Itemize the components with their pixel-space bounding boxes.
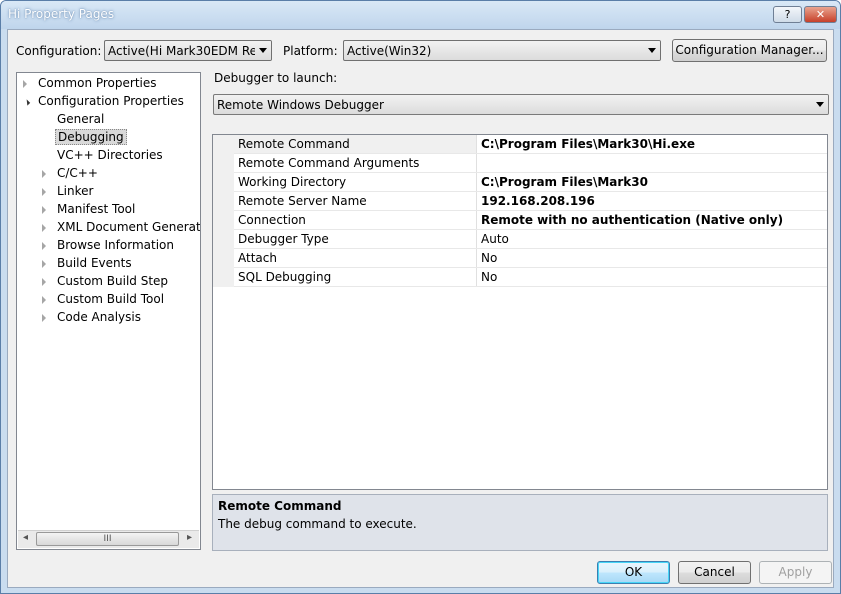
tree-item-label: Configuration Properties: [38, 94, 184, 108]
expanded-arrow-icon[interactable]: [23, 99, 31, 106]
apply-button[interactable]: Apply: [759, 561, 832, 584]
close-button[interactable]: ✕: [804, 6, 837, 23]
collapsed-arrow-icon[interactable]: [42, 296, 46, 304]
scroll-left-button[interactable]: ◂: [18, 531, 35, 548]
property-value[interactable]: Auto: [481, 230, 509, 248]
configuration-dropdown[interactable]: Active(Hi Mark30EDM Relea: [104, 40, 272, 61]
property-name: Remote Command Arguments: [234, 154, 477, 172]
tree-item-label: Common Properties: [38, 76, 157, 90]
chevron-down-icon: [816, 102, 824, 107]
debugger-value: Remote Windows Debugger: [217, 98, 384, 112]
collapsed-arrow-icon[interactable]: [42, 314, 46, 322]
configuration-label: Configuration:: [16, 44, 102, 58]
platform-value: Active(Win32): [347, 44, 432, 58]
collapsed-arrow-icon[interactable]: [42, 242, 46, 250]
property-row[interactable]: SQL Debugging No: [234, 268, 827, 287]
platform-dropdown-arrow[interactable]: [644, 41, 660, 60]
description-panel: Remote Command The debug command to exec…: [212, 494, 828, 551]
property-row[interactable]: Debugger Type Auto: [234, 230, 827, 249]
property-row[interactable]: Remote Command Arguments: [234, 154, 827, 173]
cancel-button[interactable]: Cancel: [678, 561, 751, 584]
collapsed-arrow-icon[interactable]: [42, 260, 46, 268]
property-value[interactable]: C:\Program Files\Mark30: [481, 173, 648, 191]
description-text: The debug command to execute.: [218, 517, 417, 531]
property-grid[interactable]: Remote Command C:\Program Files\Mark30\Hi…: [212, 134, 828, 490]
property-name: Working Directory: [234, 173, 477, 191]
tree-item-label: Build Events: [57, 256, 132, 270]
property-name: Remote Command: [234, 135, 477, 153]
property-name: SQL Debugging: [234, 268, 477, 286]
collapsed-arrow-icon[interactable]: [42, 224, 46, 232]
scroll-right-button[interactable]: ▸: [182, 531, 199, 548]
property-value[interactable]: No: [481, 249, 497, 267]
property-row[interactable]: Working Directory C:\Program Files\Mark30: [234, 173, 827, 192]
scroll-left-icon: ◂: [23, 532, 29, 543]
property-tree[interactable]: Common Properties Configuration Propertie…: [16, 72, 201, 550]
scroll-thumb[interactable]: III: [36, 532, 179, 546]
debugger-dropdown-arrow[interactable]: [812, 95, 828, 114]
tree-horizontal-scrollbar[interactable]: ◂ III ▸: [18, 530, 199, 548]
tree-item-label: XML Document Generator: [57, 220, 201, 234]
tree-item-label: Manifest Tool: [57, 202, 136, 216]
configuration-manager-button[interactable]: Configuration Manager...: [672, 39, 827, 62]
collapsed-arrow-icon[interactable]: [42, 188, 46, 196]
dialog-client-area: Configuration: Active(Hi Mark30EDM Relea…: [7, 29, 834, 588]
tree-item-label: Custom Build Step: [57, 274, 169, 288]
collapsed-arrow-icon[interactable]: [42, 170, 46, 178]
tree-item-label: VC++ Directories: [57, 148, 163, 162]
configuration-value: Active(Hi Mark30EDM Relea: [108, 44, 272, 58]
chevron-down-icon: [648, 48, 656, 53]
platform-dropdown[interactable]: Active(Win32): [343, 40, 661, 61]
platform-label: Platform:: [283, 44, 338, 58]
property-value[interactable]: Remote with no authentication (Native on…: [481, 211, 783, 229]
property-name: Connection: [234, 211, 477, 229]
property-row[interactable]: Connection Remote with no authentication …: [234, 211, 827, 230]
property-row[interactable]: Remote Server Name 192.168.208.196: [234, 192, 827, 211]
property-row[interactable]: Attach No: [234, 249, 827, 268]
property-name: Debugger Type: [234, 230, 477, 248]
tree-item-label: Code Analysis: [57, 310, 141, 324]
ok-button[interactable]: OK: [597, 561, 670, 584]
close-icon: ✕: [815, 8, 826, 21]
collapsed-arrow-icon[interactable]: [42, 206, 46, 214]
window-title: Hi Property Pages: [8, 7, 115, 21]
debugger-to-launch-label: Debugger to launch:: [214, 71, 338, 85]
title-bar[interactable]: Hi Property Pages ? ✕: [1, 1, 840, 29]
chevron-down-icon: [259, 48, 267, 53]
collapsed-arrow-icon[interactable]: [23, 80, 27, 88]
tree-item-label: C/C++: [57, 166, 98, 180]
property-value[interactable]: C:\Program Files\Mark30\Hi.exe: [481, 135, 695, 153]
tree-item-label: Browse Information: [57, 238, 174, 252]
collapsed-arrow-icon[interactable]: [42, 278, 46, 286]
tree-item-label: Debugging: [55, 129, 127, 145]
property-row[interactable]: Remote Command C:\Program Files\Mark30\Hi…: [234, 135, 827, 154]
scroll-right-icon: ▸: [187, 532, 193, 543]
tree-item-label: Custom Build Tool: [57, 292, 165, 306]
debugger-dropdown[interactable]: Remote Windows Debugger: [213, 94, 829, 115]
property-value[interactable]: 192.168.208.196: [481, 192, 595, 210]
help-button[interactable]: ?: [773, 6, 802, 23]
help-icon: ?: [784, 8, 791, 21]
property-pages-window: Hi Property Pages ? ✕ Configuration: Act…: [0, 0, 841, 594]
property-value[interactable]: No: [481, 268, 497, 286]
description-title: Remote Command: [218, 499, 342, 513]
grid-margin: [213, 135, 234, 287]
property-name: Remote Server Name: [234, 192, 477, 210]
tree-item-label: General: [57, 112, 105, 126]
tree-item-label: Linker: [57, 184, 94, 198]
property-name: Attach: [234, 249, 477, 267]
configuration-dropdown-arrow[interactable]: [255, 41, 271, 60]
